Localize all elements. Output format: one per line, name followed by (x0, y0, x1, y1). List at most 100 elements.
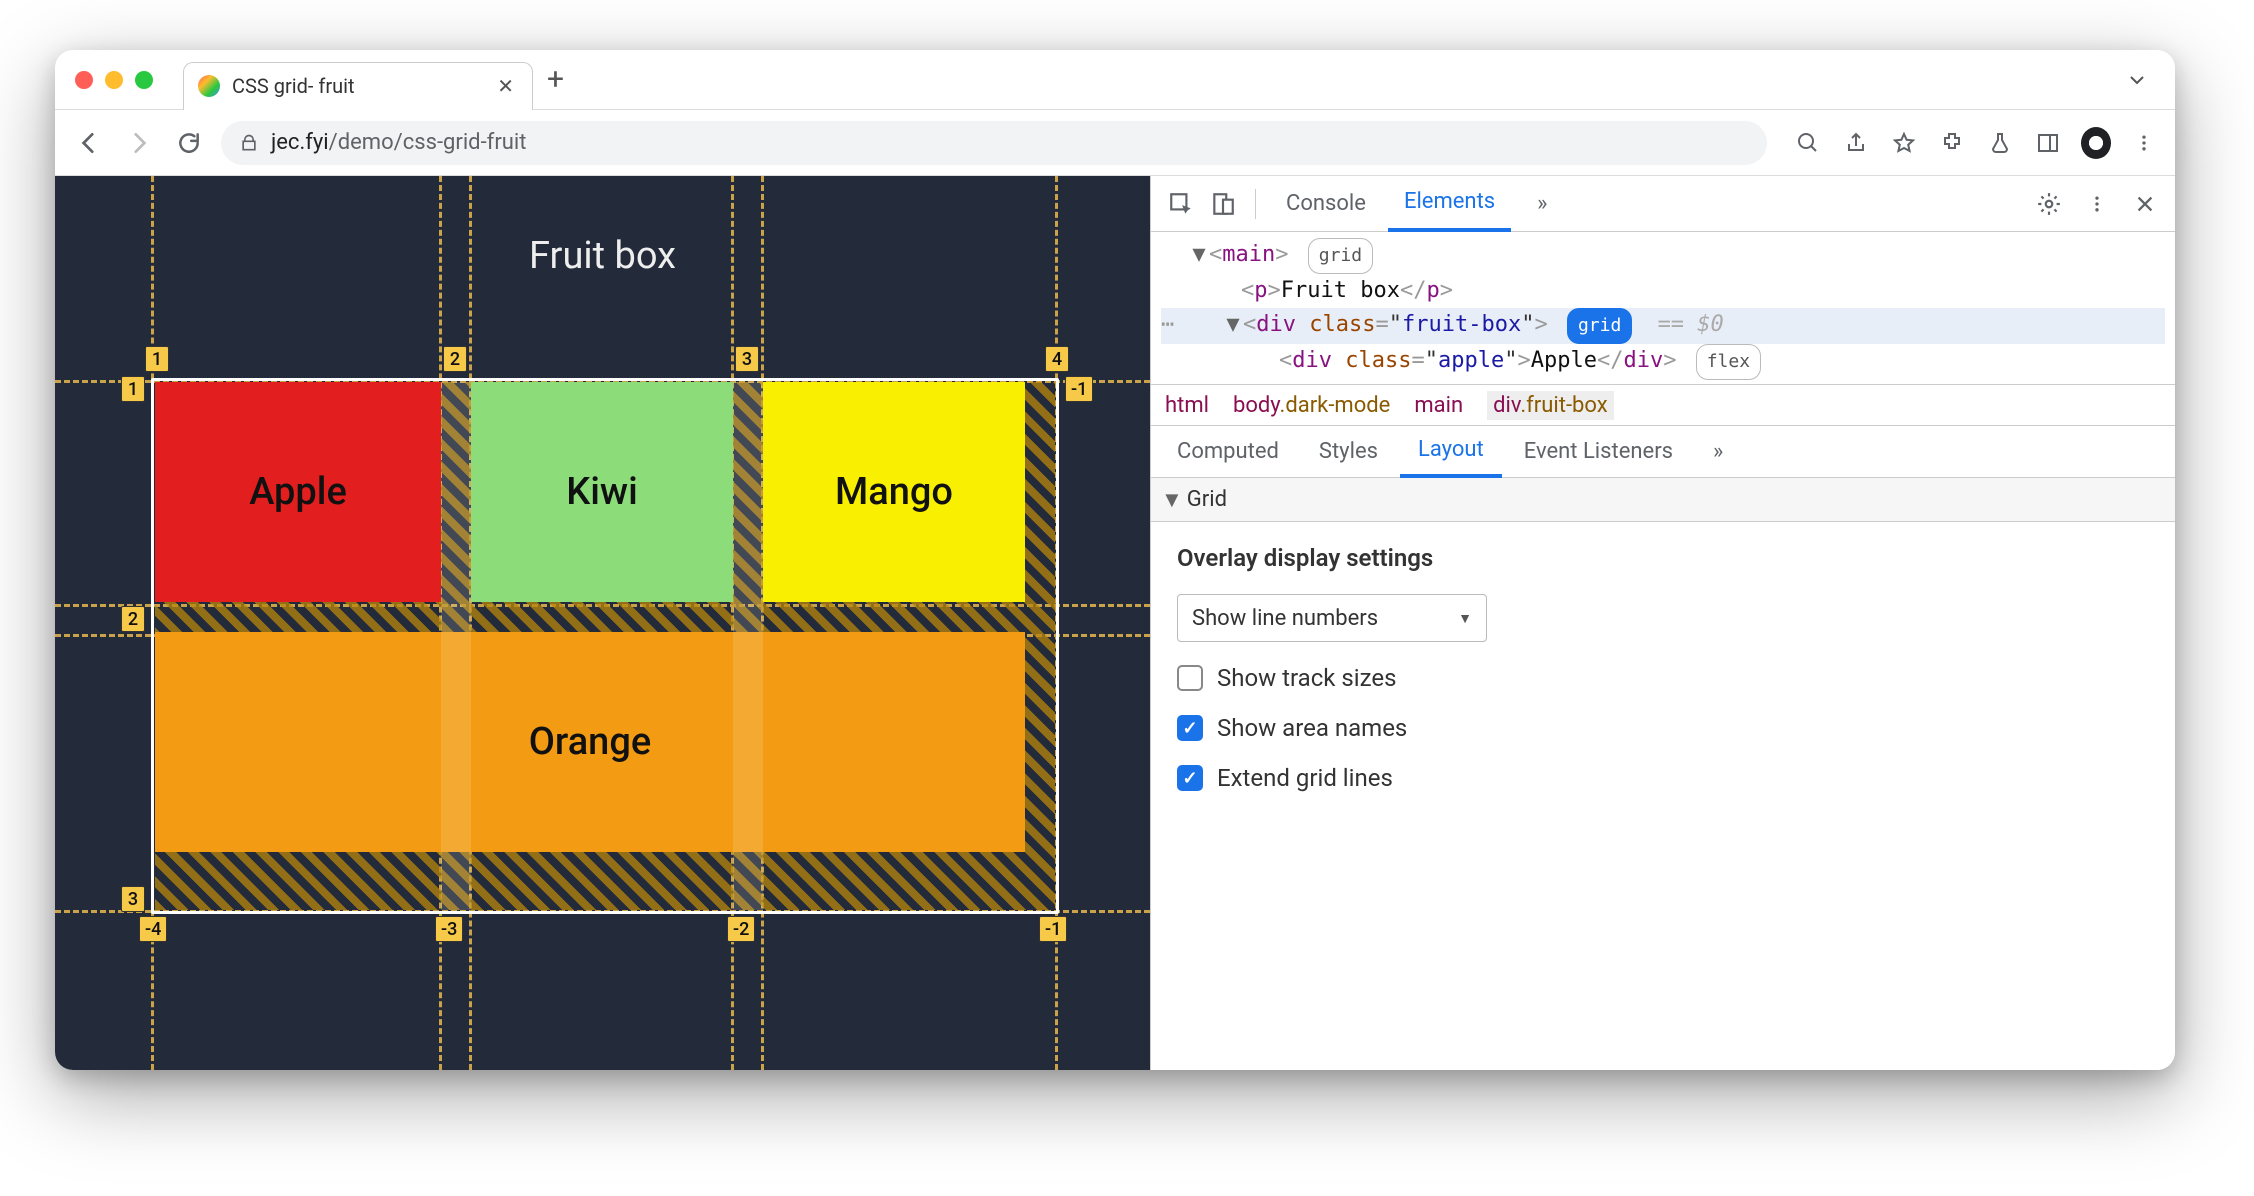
url-domain: jec.fyi (271, 130, 329, 155)
checkbox-label: Show area names (1217, 714, 1407, 742)
grid-line-label: 1 (145, 346, 169, 372)
sub-tab-layout[interactable]: Layout (1400, 426, 1502, 478)
checkbox-track-sizes[interactable]: Show track sizes (1177, 664, 2149, 692)
grid-badge-active[interactable]: grid (1567, 308, 1632, 344)
avatar-icon (2081, 127, 2111, 159)
disclosure-triangle-icon[interactable]: ▼ (1191, 238, 1207, 272)
close-window-button[interactable] (75, 71, 93, 89)
grid-outline (151, 378, 1059, 914)
tab-elements[interactable]: Elements (1388, 176, 1511, 232)
checkbox-extend-lines[interactable]: Extend grid lines (1177, 764, 2149, 792)
styles-sub-tabs: Computed Styles Layout Event Listeners » (1151, 426, 2175, 478)
devtools-panel: Console Elements » ▼<main> grid <p>Fruit… (1150, 176, 2175, 1070)
maximize-window-button[interactable] (135, 71, 153, 89)
share-icon[interactable] (1841, 128, 1871, 158)
grid-line-label: 3 (735, 346, 759, 372)
window-controls (75, 71, 153, 89)
browser-tab[interactable]: CSS grid- fruit ✕ (183, 62, 533, 110)
address-bar: jec.fyi/demo/css-grid-fruit (55, 110, 2175, 176)
devtools-toolbar: Console Elements » (1151, 176, 2175, 232)
profile-button[interactable] (2081, 128, 2111, 158)
grid-line-label: 2 (443, 346, 467, 372)
extensions-icon[interactable] (1937, 128, 1967, 158)
labs-icon[interactable] (1985, 128, 2015, 158)
checkbox-icon (1177, 665, 1203, 691)
dom-selected-node[interactable]: ⋯ ▼<div class="fruit-box"> grid == $0 (1161, 308, 2165, 344)
grid-line-label: -2 (727, 916, 755, 942)
settings-button[interactable] (2031, 186, 2067, 222)
grid-line-label: -3 (435, 916, 463, 942)
sub-tabs-overflow[interactable]: » (1695, 426, 1741, 478)
minimize-window-button[interactable] (105, 71, 123, 89)
grid-gap (733, 382, 763, 910)
checkbox-area-names[interactable]: Show area names (1177, 714, 2149, 742)
close-tab-button[interactable]: ✕ (497, 74, 514, 98)
sub-tab-styles[interactable]: Styles (1301, 426, 1396, 478)
url-input[interactable]: jec.fyi/demo/css-grid-fruit (221, 121, 1767, 165)
breadcrumb: html body.dark-mode main div.fruit-box (1151, 384, 2175, 426)
flex-badge[interactable]: flex (1696, 344, 1761, 380)
tabs-dropdown-button[interactable] (2119, 70, 2155, 90)
overlay-settings-heading: Overlay display settings (1177, 544, 2149, 572)
dom-text: Apple (1531, 348, 1597, 373)
dom-tag: main (1222, 242, 1275, 267)
sub-tab-computed[interactable]: Computed (1159, 426, 1297, 478)
breadcrumb-item[interactable]: main (1414, 393, 1463, 418)
back-button[interactable] (71, 125, 107, 161)
select-value: Show line numbers (1192, 606, 1378, 631)
chevron-down-icon: ▼ (1458, 610, 1472, 627)
layout-body: Overlay display settings Show line numbe… (1151, 522, 2175, 814)
page-viewport: Fruit box Apple Kiwi Mango Orange (55, 176, 1150, 1070)
breadcrumb-item[interactable]: html (1165, 393, 1209, 418)
url-path: /demo/css-grid-fruit (329, 130, 527, 155)
grid-line-label: -1 (1065, 376, 1093, 402)
tabs-overflow-button[interactable]: » (1521, 176, 1563, 232)
grid-line-label: 1 (121, 376, 145, 402)
checkbox-icon (1177, 715, 1203, 741)
title-bar: CSS grid- fruit ✕ + (55, 50, 2175, 110)
breadcrumb-item[interactable]: body.dark-mode (1233, 393, 1390, 418)
reload-button[interactable] (171, 125, 207, 161)
dom-attr-value: apple (1438, 348, 1504, 373)
grid-line-label: 2 (121, 606, 145, 632)
star-icon[interactable] (1889, 128, 1919, 158)
dom-attr-value: fruit-box (1402, 312, 1521, 337)
checkbox-label: Extend grid lines (1217, 764, 1393, 792)
browser-window: CSS grid- fruit ✕ + jec.fyi/demo/css-gri… (55, 50, 2175, 1070)
grid-gap (441, 382, 471, 910)
zoom-icon[interactable] (1793, 128, 1823, 158)
grid-container: Apple Kiwi Mango Orange (155, 382, 1055, 910)
grid-line-label: -4 (139, 916, 167, 942)
toolbar-icons (1793, 128, 2159, 158)
tab-console[interactable]: Console (1270, 176, 1382, 232)
side-panel-icon[interactable] (2033, 128, 2063, 158)
close-devtools-button[interactable] (2127, 186, 2163, 222)
selected-indicator: == $0 (1658, 312, 1724, 337)
disclosure-triangle-icon: ▼ (1161, 487, 1183, 513)
menu-button[interactable] (2129, 128, 2159, 158)
lock-icon (239, 133, 259, 153)
content-area: Fruit box Apple Kiwi Mango Orange (55, 176, 2175, 1070)
inspect-element-button[interactable] (1163, 186, 1199, 222)
ellipsis-icon[interactable]: ⋯ (1155, 308, 1180, 342)
tab-title: CSS grid- fruit (232, 74, 355, 98)
line-numbers-select[interactable]: Show line numbers ▼ (1177, 594, 1487, 642)
grid-line-label: -1 (1039, 916, 1067, 942)
dom-tree[interactable]: ▼<main> grid <p>Fruit box</p> ⋯ ▼<div cl… (1151, 232, 2175, 384)
favicon-icon (198, 75, 220, 97)
checkbox-icon (1177, 765, 1203, 791)
sub-tab-event-listeners[interactable]: Event Listeners (1506, 426, 1691, 478)
grid-line-label: 3 (121, 886, 145, 912)
disclosure-triangle-icon[interactable]: ▼ (1225, 308, 1241, 342)
grid-line-label: 4 (1045, 346, 1069, 372)
grid-badge[interactable]: grid (1308, 238, 1373, 274)
checkbox-label: Show track sizes (1217, 664, 1396, 692)
forward-button[interactable] (121, 125, 157, 161)
page-title: Fruit box (529, 234, 676, 278)
device-toggle-button[interactable] (1205, 186, 1241, 222)
grid-section-header[interactable]: ▼Grid (1151, 478, 2175, 522)
breadcrumb-item-selected[interactable]: div.fruit-box (1487, 391, 1614, 420)
new-tab-button[interactable]: + (547, 62, 564, 97)
kebab-menu-button[interactable] (2079, 186, 2115, 222)
dom-text: Fruit box (1281, 278, 1400, 303)
